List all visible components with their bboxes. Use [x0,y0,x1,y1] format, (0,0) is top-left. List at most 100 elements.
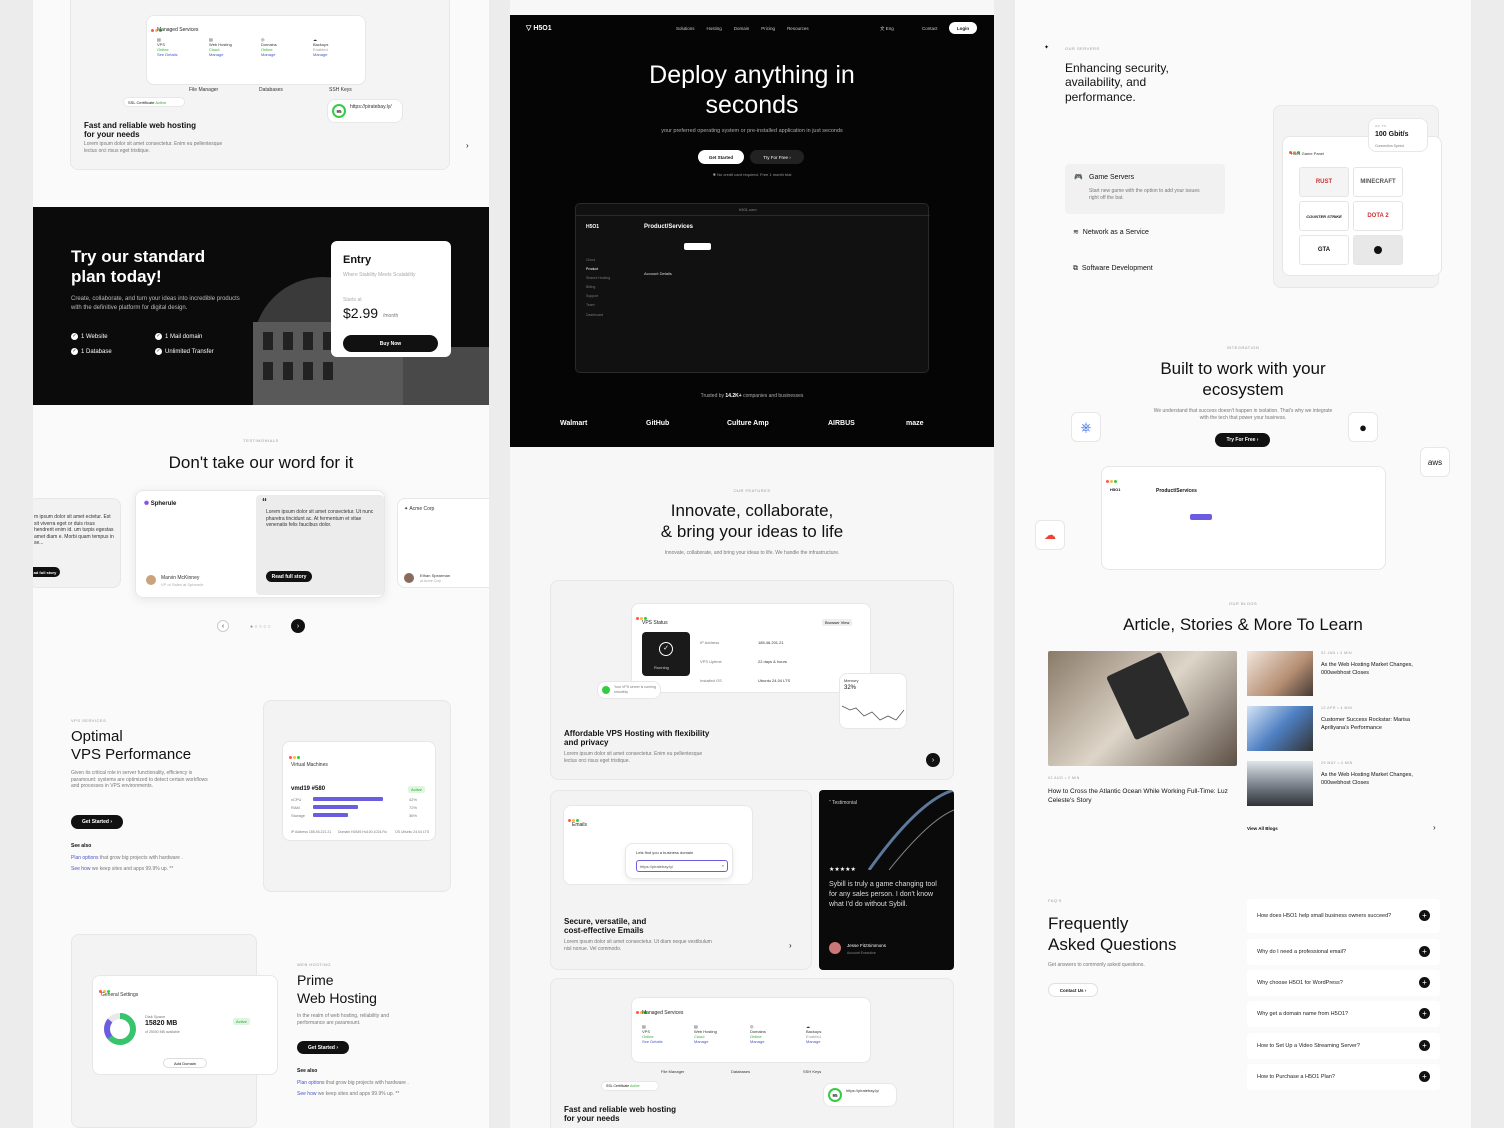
nav-resources[interactable]: Resources [787,26,809,31]
language-select[interactable]: 文 Eng [880,26,894,32]
carousel-dots[interactable]: ● ○ ○ ○ ○ [250,624,271,630]
email-chevron-right-icon[interactable]: › [789,941,792,950]
prev-arrow-button[interactable]: ‹ [217,620,229,632]
light-beam-graphic [867,790,954,870]
login-button[interactable]: Login [949,22,977,34]
vps-get-started-button[interactable]: Get Started › [71,815,123,829]
plus-icon[interactable]: + [1419,1040,1430,1051]
ms-domains[interactable]: ◎ Domains Online Manage [261,37,305,57]
sidebar-item-product[interactable]: Product [586,265,610,274]
add-game-tile[interactable] [1353,235,1403,265]
int-add-funds-chip[interactable] [1190,514,1212,520]
wh-get-started-button[interactable]: Get Started › [297,1041,349,1054]
ms2-domains[interactable]: ◎ Domains Online Manage [750,1024,794,1044]
next-arrow-button[interactable]: › [291,619,305,633]
running-status: Running [654,665,669,670]
nav-hosting[interactable]: Hosting [707,26,722,31]
main-blog-image[interactable] [1048,651,1237,766]
blog-3-title[interactable]: As the Web Hosting Market Changes, 000we… [1321,771,1439,788]
ms-web-hosting[interactable]: ▤ Web Hosting Cloud Manage [209,37,253,57]
sidebar-item-dashboard[interactable]: Dashboard [586,311,610,320]
blog-2-title[interactable]: Customer Success Rockstar: Marisa Aprili… [1321,716,1439,733]
blog-thumb-3[interactable] [1247,761,1313,806]
left-read-button[interactable]: ad full story [33,567,60,577]
nav-solutions[interactable]: Solutions [676,26,695,31]
contact-us-button[interactable]: Contact Us › [1048,983,1098,997]
sidebar-item-billing[interactable]: Billing [586,283,610,292]
spherule-brand: ✺ Spherule [144,501,177,507]
domain-search-input[interactable]: https://piratebay.ly/⌕ [636,860,728,872]
rust-tile[interactable]: RUST [1299,167,1349,197]
plus-icon[interactable]: + [1419,977,1430,988]
wh-link-2[interactable]: See how we keep sites and apps 99.9% up.… [297,1091,399,1098]
minecraft-tile[interactable]: MINECRAFT [1353,167,1403,197]
disk-available: of 25000 MB available [145,1030,180,1034]
nav-domain[interactable]: Domain [734,26,750,31]
ms-backups[interactable]: ☁ Backups Enabled Manage [313,37,357,57]
plus-icon[interactable]: + [1419,1071,1430,1082]
translate-icon: 文 [880,26,885,31]
databases-link-2[interactable]: Databases [731,1069,750,1074]
ms2-backups[interactable]: ☁ Backups Enabled Manage [806,1024,850,1044]
network-item[interactable]: ≋ Network as a Service [1073,228,1149,236]
counter-strike-tile[interactable]: COUNTER STRIKE [1299,201,1349,231]
plus-icon[interactable]: + [1419,1008,1430,1019]
hero-try-free-button[interactable]: Try For Free › [750,150,804,164]
wh-link-1[interactable]: Plan options that grow big projects with… [297,1080,409,1087]
ssh-link[interactable]: SSH Keys [329,87,352,94]
browser-url: h501.com [739,207,757,212]
memory-sparkline [842,705,905,721]
view-all-chevron-icon[interactable]: › [1433,823,1436,832]
main-blog-title[interactable]: How to Cross the Atlantic Ocean While Wo… [1048,787,1238,805]
read-full-story-button[interactable]: Read full story [266,571,312,582]
contact-link[interactable]: Contact [922,26,938,31]
blog-1-title[interactable]: As the Web Hosting Market Changes, 000we… [1321,661,1439,678]
file-manager-link-2[interactable]: File Manager [661,1069,684,1074]
chevron-right-icon[interactable]: › [466,141,469,150]
browser-view-button[interactable]: Browser View [822,619,853,626]
sidebar-item-cloud[interactable]: Cloud [586,256,610,265]
view-all-blogs-link[interactable]: View All Blogs [1247,826,1278,831]
plus-icon[interactable]: + [1419,946,1430,957]
software-item[interactable]: ⧉ Software Development [1073,265,1153,273]
faq-item-2[interactable]: Why do I need a professional email? + [1247,939,1440,965]
databases-link[interactable]: Databases [259,87,283,94]
add-domain-button[interactable]: Add Domain [163,1058,207,1068]
file-manager-link[interactable]: File Manager [189,87,218,94]
hero-get-started-button[interactable]: Get Started [698,150,744,164]
game-servers-item[interactable]: 🎮 Game Servers Start new game with the o… [1065,164,1225,214]
blog-thumb-2[interactable] [1247,706,1313,751]
vps-link-1[interactable]: Plan options that grow big projects with… [71,855,183,862]
gta-tile[interactable]: GTA [1299,235,1349,265]
blog-thumb-1[interactable] [1247,651,1313,696]
faq-item-3[interactable]: Why choose H5O1 for WordPress? + [1247,970,1440,996]
vps-link-2[interactable]: See how we keep sites and apps 99.9% up.… [71,866,173,873]
score-url-2: https://piratebay.ly/ [846,1088,880,1093]
dota-tile[interactable]: DOTA 2 [1353,201,1403,231]
buy-now-button[interactable]: Buy Now [343,335,438,352]
add-funds-chip[interactable] [684,243,711,250]
brand-logo[interactable]: ▽ H5O1 [526,24,552,32]
nav-pricing[interactable]: Pricing [761,26,775,31]
notebook-shape [1106,651,1190,741]
ssh-link-2[interactable]: SSH Keys [803,1069,821,1074]
faq-item-6[interactable]: How to Purchase a H5O1 Plan? + [1247,1064,1440,1090]
vps-card-arrow-button[interactable]: › [926,753,940,767]
ms2-web-hosting[interactable]: ▤ Web Hosting Cloud Manage [694,1024,738,1044]
sidebar-item-shared[interactable]: Shared Hosting [586,274,610,283]
plus-icon[interactable]: + [1419,910,1430,921]
faq-item-5[interactable]: How to Set Up a Video Streaming Server? + [1247,1033,1440,1059]
faq-item-4[interactable]: Why get a domain name from H5O1? + [1247,1001,1440,1027]
integration-body: We understand that success doesn't happe… [1153,408,1333,421]
sidebar-item-support[interactable]: Support [586,292,610,301]
integration-try-free-button[interactable]: Try For Free › [1215,433,1270,447]
feature-website: ✓ 1 Website [71,333,108,341]
faq-item-1[interactable]: How does H5O1 help small business owners… [1247,899,1440,933]
entry-title: Entry [343,254,372,266]
sidebar-item-team[interactable]: Team [586,301,610,310]
search-icon[interactable]: ⌕ [722,863,724,868]
dash-sidebar: Cloud Product Shared Hosting Billing Sup… [586,256,610,320]
managed-feature-card: Managed Services ▤ VPS Online See Details ▤… [550,978,954,1128]
ms2-vps[interactable]: ▤ VPS Online See Details [642,1024,686,1044]
ms-vps[interactable]: ▤ VPS Online See Details [157,37,201,57]
